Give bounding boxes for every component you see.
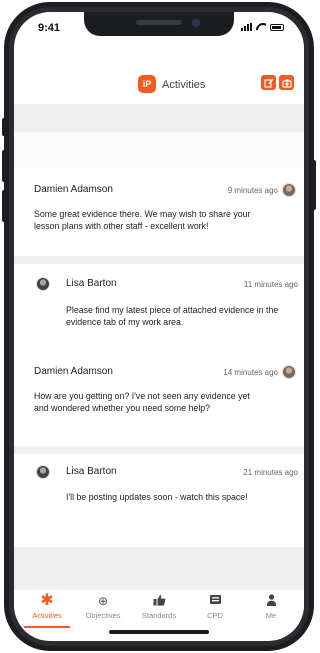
tab-label: Standards <box>141 611 177 620</box>
tab-standards[interactable]: Standards <box>131 594 187 620</box>
activity-author: Damien Adamson <box>34 366 113 377</box>
activity-message: I'll be posting updates soon - watch thi… <box>66 492 248 502</box>
status-time: 9:41 <box>38 22 61 34</box>
target-icon: ⊕ <box>97 594 109 608</box>
tab-activities[interactable]: ✱ Activities <box>19 592 75 621</box>
activity-message: Please find my latest piece of attached … <box>66 305 279 327</box>
activity-author: Lisa Barton <box>66 466 117 477</box>
avatar <box>36 277 50 291</box>
tab-me[interactable]: Me <box>243 594 299 620</box>
feed-divider <box>14 256 304 264</box>
activity-author: Damien Adamson <box>34 184 113 195</box>
activity-time: 21 minutes ago <box>243 468 298 477</box>
camera-icon[interactable] <box>279 75 294 90</box>
person-icon <box>243 594 299 608</box>
activity-time: 14 minutes ago <box>223 368 278 377</box>
activity-author: Lisa Barton <box>66 278 117 289</box>
asterisk-icon: ✱ <box>40 592 54 609</box>
feed-spacer <box>14 132 304 168</box>
activity-item[interactable]: Lisa Barton 11 minutes ago Please find m… <box>14 264 304 350</box>
activity-item[interactable]: Damien Adamson 14 minutes ago How are yo… <box>14 358 304 450</box>
tab-bar: ✱ Activities ⊕ Objectives Standards CPD <box>14 590 304 640</box>
activity-message: How are you getting on? I've not seen an… <box>34 391 250 413</box>
front-camera <box>192 19 200 27</box>
page-title: Activities <box>162 79 206 91</box>
status-icons <box>241 23 284 31</box>
feed-footer-band <box>14 547 304 590</box>
app-logo: iP <box>138 75 156 93</box>
phone-screen: 9:41 iP Activities Damien Adamson 9 minu… <box>14 12 304 641</box>
activity-time: 11 minutes ago <box>243 280 298 289</box>
tab-cpd[interactable]: CPD <box>187 594 243 620</box>
feed-divider <box>14 446 304 454</box>
compose-icon[interactable] <box>261 75 276 90</box>
home-indicator <box>109 630 209 634</box>
active-tab-indicator <box>24 626 70 628</box>
avatar <box>282 365 296 379</box>
battery-icon <box>270 23 284 31</box>
activity-time: 9 minutes ago <box>227 186 278 195</box>
avatar <box>36 465 50 479</box>
header-divider-band <box>14 104 304 132</box>
thumbs-up-icon <box>131 594 187 608</box>
header-actions <box>261 75 294 90</box>
speaker-grille <box>136 20 182 25</box>
signal-icon <box>241 23 252 31</box>
activity-item[interactable]: Lisa Barton 21 minutes ago I'll be posti… <box>14 454 304 524</box>
tab-label: Activities <box>32 611 62 620</box>
tab-objectives[interactable]: ⊕ Objectives <box>75 594 131 620</box>
activity-message: Some great evidence there. We may wish t… <box>34 209 251 231</box>
wifi-icon <box>256 23 266 31</box>
activity-item[interactable]: Damien Adamson 9 minutes ago Some great … <box>14 174 304 256</box>
card-icon <box>187 594 243 608</box>
notch <box>84 12 234 36</box>
phone-frame: 9:41 iP Activities Damien Adamson 9 minu… <box>4 2 314 651</box>
tab-label: Me <box>265 611 277 620</box>
tab-label: Objectives <box>85 611 121 620</box>
app-header: iP Activities <box>14 66 304 104</box>
tab-label: CPD <box>207 611 223 620</box>
avatar <box>282 183 296 197</box>
